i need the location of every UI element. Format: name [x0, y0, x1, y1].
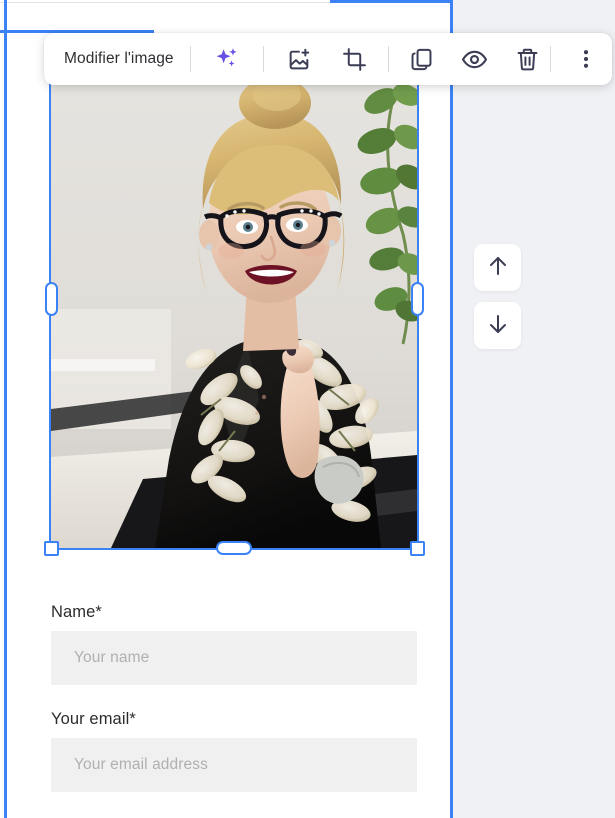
right-side-panel [452, 0, 615, 818]
section-guide-top-right [330, 0, 452, 3]
toolbar-divider-1 [189, 46, 191, 72]
image-edit-toolbar: Modifier l'image [44, 33, 612, 85]
crop-button[interactable] [333, 39, 377, 79]
name-field-label: Name* [51, 603, 102, 621]
ai-enhance-button[interactable] [205, 39, 249, 79]
resize-handle-middle-left[interactable] [45, 282, 58, 316]
crop-icon [342, 47, 367, 72]
resize-handle-middle-right[interactable] [411, 282, 424, 316]
email-field-label: Your email* [51, 710, 136, 728]
visibility-button[interactable] [453, 39, 497, 79]
section-guide-left [4, 0, 7, 818]
more-options-button[interactable] [564, 39, 608, 79]
name-input[interactable]: Your name [51, 631, 417, 685]
replace-image-button[interactable] [278, 39, 322, 79]
toolbar-divider-2 [262, 46, 264, 72]
trash-icon [515, 47, 540, 72]
ai-sparkle-icon [214, 46, 240, 72]
contact-form: Name* Your name Your email* Your email a… [51, 603, 417, 792]
selected-image-block[interactable] [49, 57, 419, 550]
delete-button[interactable] [506, 39, 550, 79]
toolbar-divider-3 [387, 46, 389, 72]
resize-handle-bottom-right[interactable] [410, 541, 425, 556]
duplicate-icon [409, 47, 434, 72]
move-controls [474, 244, 521, 349]
toolbar-divider-4 [549, 46, 551, 72]
resize-handle-bottom-center[interactable] [216, 541, 252, 555]
portrait-photo [51, 59, 417, 548]
move-down-button[interactable] [474, 302, 521, 349]
page-canvas: Name* Your name Your email* Your email a… [7, 3, 450, 818]
move-up-button[interactable] [474, 244, 521, 291]
more-options-icon [575, 47, 597, 71]
email-input[interactable]: Your email address [51, 738, 417, 792]
section-guide-right [450, 0, 453, 818]
eye-icon [461, 46, 488, 73]
add-image-icon [287, 47, 312, 72]
editor-canvas-screen: Name* Your name Your email* Your email a… [0, 0, 615, 818]
field-group-email: Your email* Your email address [51, 710, 417, 792]
arrow-down-icon [487, 312, 509, 339]
arrow-up-icon [487, 254, 509, 281]
edit-image-label: Modifier l'image [64, 50, 174, 67]
duplicate-button[interactable] [400, 39, 444, 79]
field-group-name: Name* Your name [51, 603, 417, 685]
resize-handle-bottom-left[interactable] [44, 541, 59, 556]
